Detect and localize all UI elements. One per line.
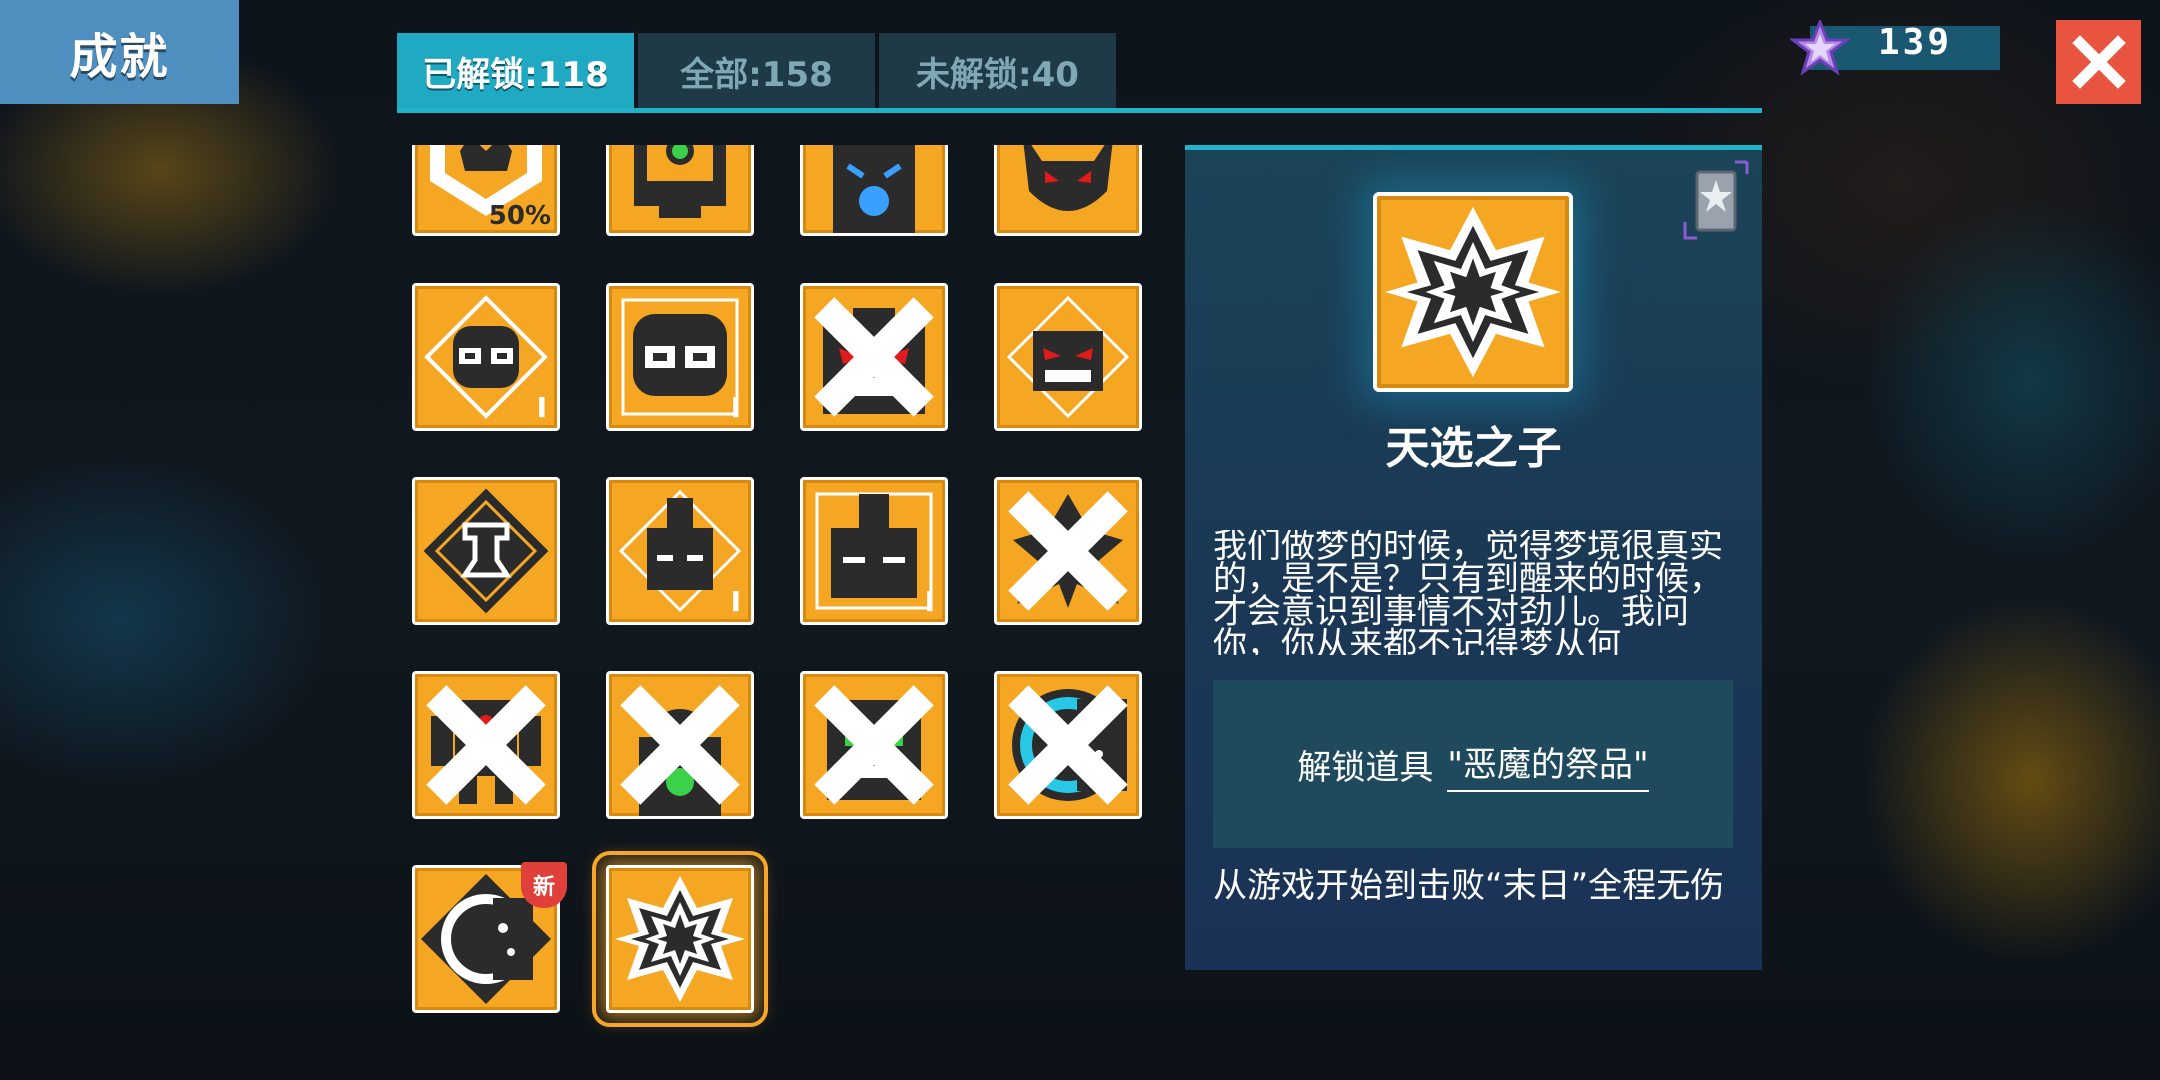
unlock-item-link[interactable]: "恶魔的祭品": [1447, 737, 1649, 792]
achievement-badge[interactable]: [800, 145, 948, 236]
achievement-badge[interactable]: [994, 283, 1142, 431]
gem-star-icon: [1790, 20, 1850, 76]
currency-value: 139: [1878, 22, 1953, 63]
robot-diamond-icon: [1006, 295, 1130, 419]
tab-all[interactable]: 全部:158: [638, 33, 875, 109]
achievement-badge[interactable]: [606, 145, 754, 236]
achievement-badge[interactable]: [606, 671, 754, 819]
locked-x-icon: [1008, 685, 1128, 805]
achievement-grid[interactable]: 50% I I I I 新: [395, 145, 1165, 1045]
achievement-badge[interactable]: [994, 145, 1142, 236]
unlock-reward: 解锁道具 "恶魔的祭品": [1213, 680, 1733, 848]
badge-label: I: [730, 585, 741, 618]
achievement-detail-panel: 天选之子 我们做梦的时候，觉得梦境很真实的，是不是？只有到醒来的时候，才会意识到…: [1185, 145, 1762, 970]
tower-diamond-icon: [423, 488, 549, 614]
achievement-description[interactable]: 我们做梦的时候，觉得梦境很真实的，是不是？只有到醒来的时候，才会意识到事情不对劲…: [1213, 530, 1733, 655]
silver-star-card-icon[interactable]: [1683, 160, 1749, 240]
badge-label: I: [536, 391, 547, 424]
achievement-badge[interactable]: 新: [412, 862, 567, 1013]
computer-eye-icon: [634, 145, 726, 218]
tab-locked[interactable]: 未解锁:40: [879, 33, 1116, 109]
achievement-badge[interactable]: I: [606, 477, 754, 625]
horned-demon-head-icon: [1023, 145, 1113, 211]
tab-unlocked[interactable]: 已解锁:118: [397, 33, 634, 109]
achievement-condition: 从游戏开始到击败“末日”全程无伤: [1213, 866, 1725, 906]
locked-x-icon: [814, 297, 934, 417]
achievement-badge[interactable]: [412, 477, 560, 625]
achievement-badge-selected[interactable]: [592, 851, 768, 1027]
locked-x-icon: [620, 685, 740, 805]
locked-x-icon: [1008, 491, 1128, 611]
blue-ghost-head-icon: [833, 145, 915, 233]
eight-point-star-icon: [615, 876, 745, 1002]
locked-x-icon: [814, 685, 934, 805]
achievement-badge[interactable]: I: [606, 283, 754, 431]
achievement-badge[interactable]: [994, 477, 1142, 625]
achievement-badge[interactable]: 50%: [412, 145, 560, 236]
achievement-badge[interactable]: [800, 283, 948, 431]
eight-point-star-icon: [1385, 206, 1561, 378]
unlock-prefix: 解锁道具: [1297, 747, 1434, 788]
achievement-badge[interactable]: [800, 671, 948, 819]
tab-bar: 已解锁:118 全部:158 未解锁:40: [397, 33, 1116, 109]
tab-underline: [397, 108, 1762, 113]
achievement-badge[interactable]: I: [412, 283, 560, 431]
locked-x-icon: [426, 685, 546, 805]
close-icon: [2071, 35, 2126, 89]
achievement-title: 天选之子: [1385, 423, 1562, 474]
page-title: 成就: [0, 0, 239, 104]
badge-label: I: [924, 585, 935, 618]
achievement-badge[interactable]: [412, 671, 560, 819]
new-badge: 新: [521, 862, 567, 908]
detail-badge: [1373, 192, 1573, 392]
close-button[interactable]: [2056, 20, 2141, 104]
badge-label: I: [730, 391, 741, 424]
achievement-badge[interactable]: [994, 671, 1142, 819]
badge-label: 50%: [488, 201, 551, 231]
achievement-badge[interactable]: I: [800, 477, 948, 625]
